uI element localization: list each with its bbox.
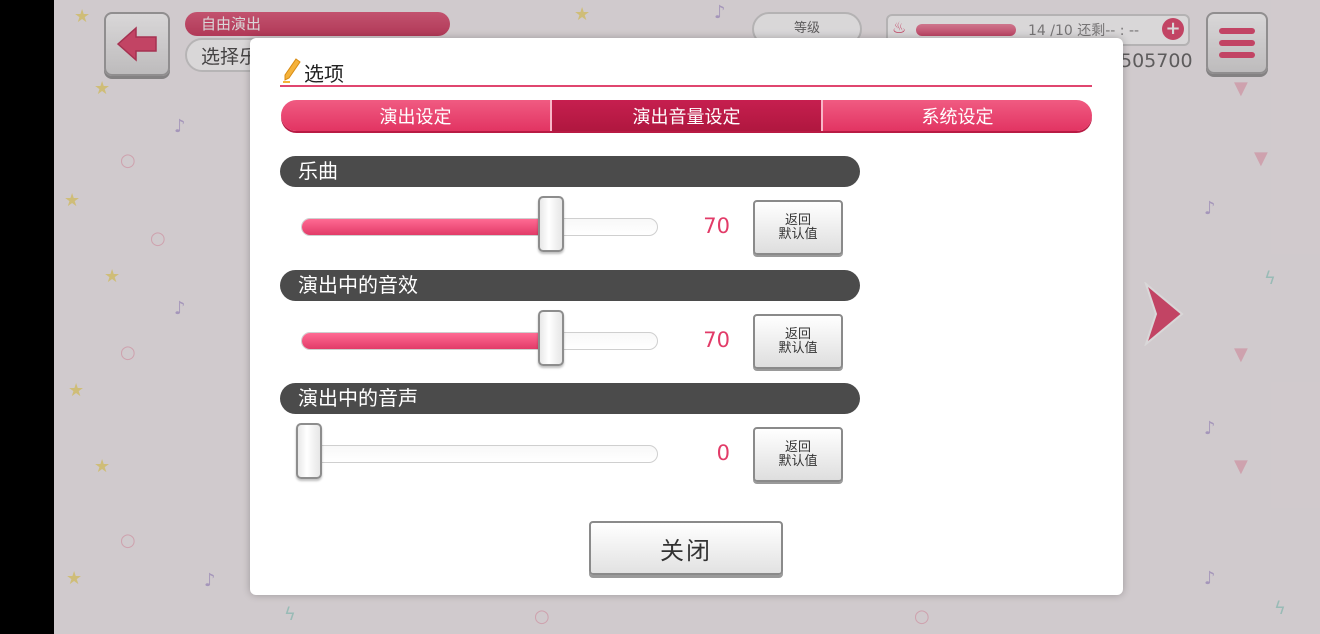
title-divider: [280, 85, 1092, 87]
reset-sound-effects-button[interactable]: 返回 默认值: [753, 314, 843, 369]
slider-fill: [302, 219, 551, 235]
settings-tabs: 演出设定 演出音量设定 系统设定: [281, 100, 1092, 131]
slider-thumb[interactable]: [537, 310, 564, 366]
music-volume-slider[interactable]: [301, 218, 658, 236]
voice-volume-slider[interactable]: [301, 445, 658, 463]
music-volume-header: 乐曲: [280, 156, 860, 187]
tab-volume-settings[interactable]: 演出音量设定: [552, 100, 823, 131]
reset-music-button[interactable]: 返回 默认值: [753, 200, 843, 255]
reset-voice-button[interactable]: 返回 默认值: [753, 427, 843, 482]
sound-effects-value: 70: [703, 328, 730, 352]
voice-volume-header: 演出中的音声: [280, 383, 860, 414]
pencil-icon: [283, 58, 301, 83]
tab-system-settings[interactable]: 系统设定: [823, 100, 1092, 131]
voice-volume-value: 0: [716, 441, 730, 465]
close-button[interactable]: 关闭: [589, 521, 783, 575]
sound-effects-header: 演出中的音效: [280, 270, 860, 301]
slider-thumb[interactable]: [537, 196, 564, 252]
slider-fill: [302, 333, 551, 349]
sound-effects-slider[interactable]: [301, 332, 658, 350]
tab-performance-settings[interactable]: 演出设定: [281, 100, 552, 131]
options-dialog: 选项 演出设定 演出音量设定 系统设定 乐曲 70 返回 默认值 演出中的音效 …: [250, 38, 1123, 595]
music-volume-value: 70: [703, 214, 730, 238]
dialog-title: 选项: [304, 62, 344, 86]
slider-thumb[interactable]: [296, 423, 322, 479]
